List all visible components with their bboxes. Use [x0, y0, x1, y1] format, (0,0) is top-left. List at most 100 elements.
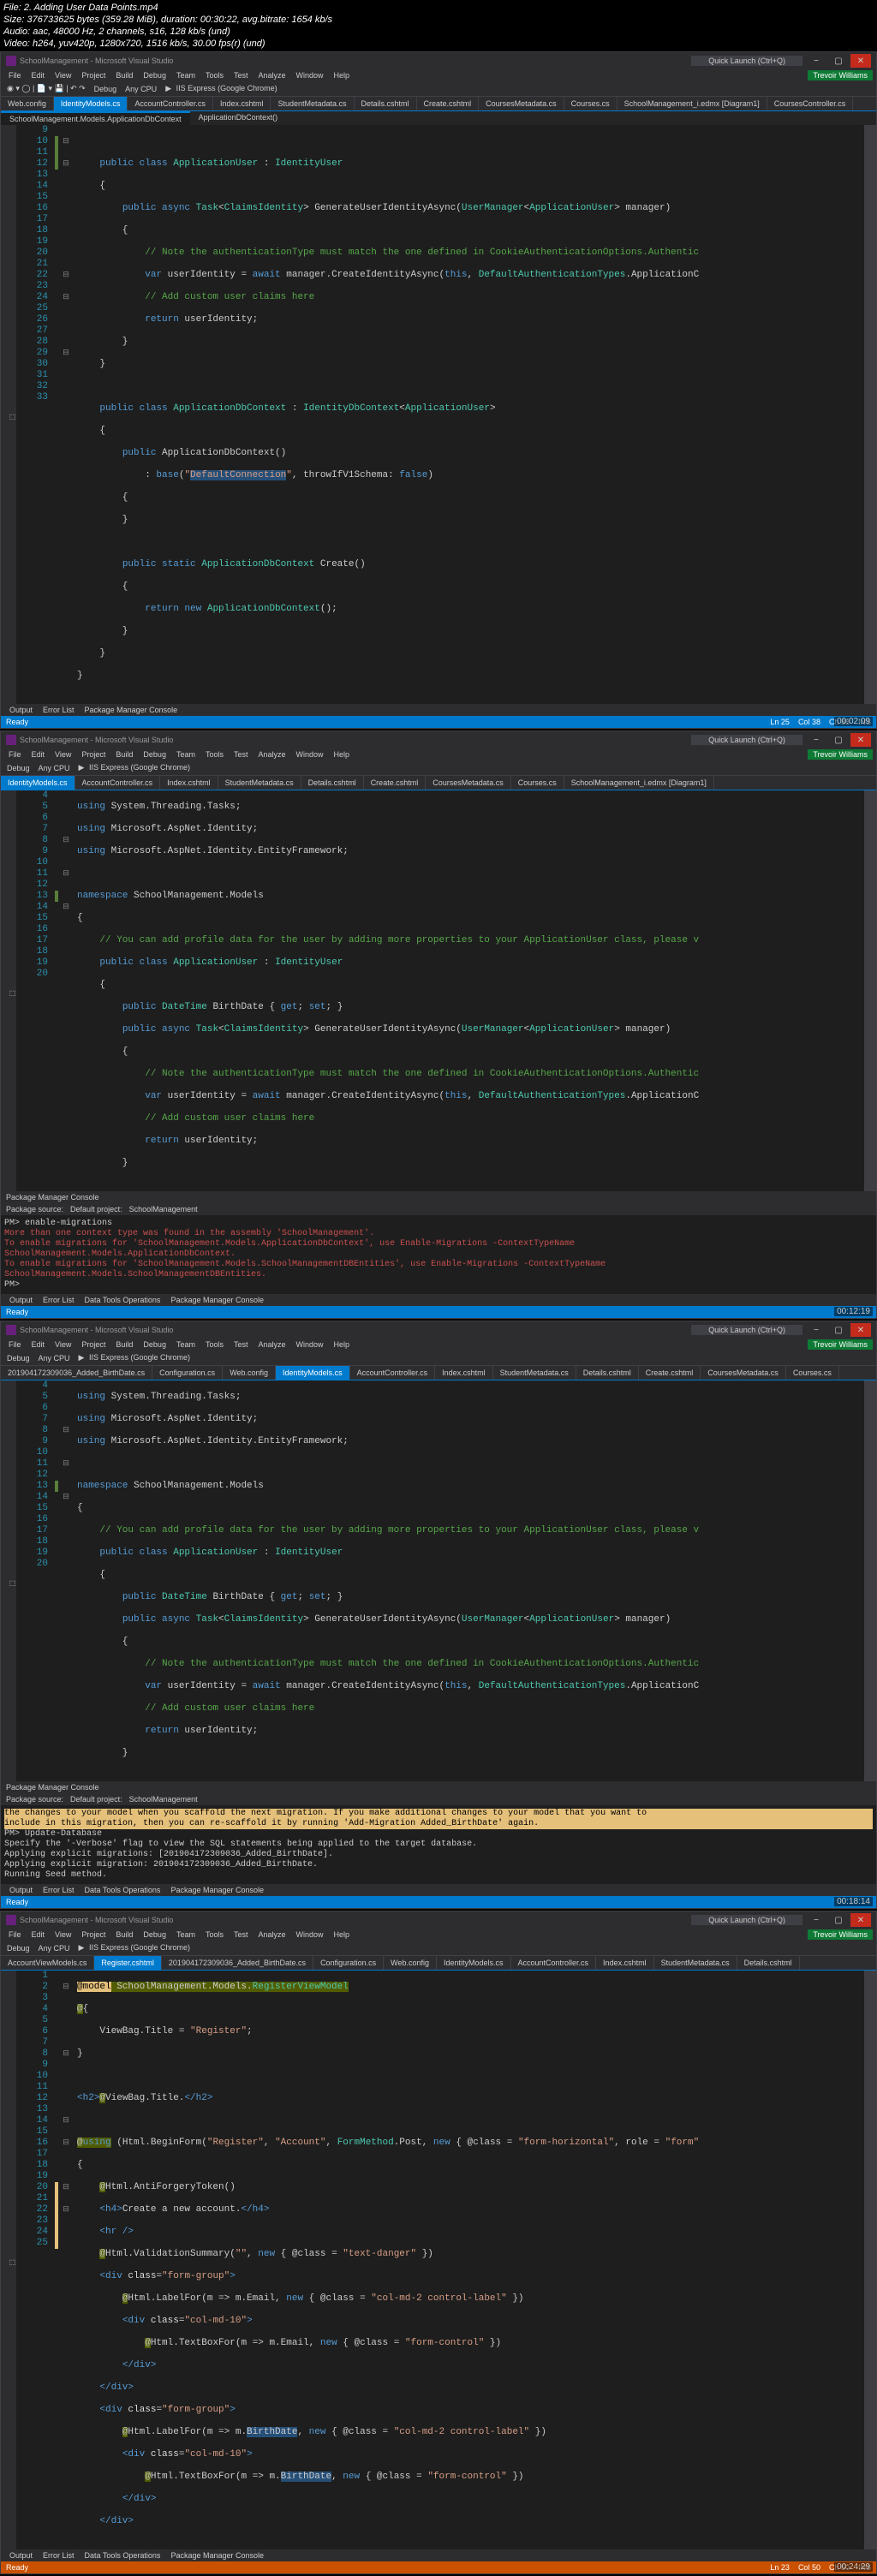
tab-details[interactable]: Details.cshtml	[737, 1956, 800, 1970]
tab-config[interactable]: Configuration.cs	[313, 1956, 384, 1970]
tab-webconfig[interactable]: Web.config	[1, 97, 54, 110]
maximize-button[interactable]: ▢	[828, 1913, 849, 1927]
menu-debug[interactable]: Debug	[139, 749, 170, 760]
run-button[interactable]: ▶ IIS Express (Google Chrome)	[76, 762, 195, 773]
tab-identitymodels[interactable]: IdentityModels.cs	[54, 97, 128, 110]
fold-column[interactable]: ⊟⊟⊟	[58, 1380, 74, 1781]
left-toolstrip[interactable]: ⬚	[1, 125, 16, 704]
code-panel[interactable]: 9101112131415161718192021222324252627282…	[16, 125, 864, 704]
menu-team[interactable]: Team	[172, 1339, 200, 1350]
code-panel[interactable]: 1234567891011121314151617181920212223242…	[16, 1971, 864, 2549]
menu-analyze[interactable]: Analyze	[254, 70, 290, 80]
tab-output[interactable]: Output	[4, 2549, 38, 2561]
user-badge[interactable]: Trevoir Williams	[808, 1339, 873, 1350]
tab-output[interactable]: Output	[4, 704, 38, 716]
menu-tools[interactable]: Tools	[201, 70, 228, 80]
tab-coursescontroller[interactable]: CoursesController.cs	[767, 97, 854, 110]
scrollbar[interactable]	[864, 790, 876, 1191]
user-badge[interactable]: Trevoir Williams	[808, 70, 873, 80]
menu-file[interactable]: File	[4, 749, 26, 760]
code-text[interactable]: public class ApplicationUser : IdentityU…	[74, 125, 864, 704]
user-badge[interactable]: Trevoir Williams	[808, 749, 873, 760]
menu-project[interactable]: Project	[77, 1339, 110, 1350]
tab-datatools[interactable]: Data Tools Operations	[80, 2549, 166, 2561]
tab-datatools[interactable]: Data Tools Operations	[80, 1884, 166, 1896]
menu-tools[interactable]: Tools	[201, 1339, 228, 1350]
code-text[interactable]: using System.Threading.Tasks; using Micr…	[74, 790, 864, 1191]
code-text[interactable]: @model SchoolManagement.Models.RegisterV…	[74, 1971, 864, 2549]
minimize-button[interactable]: −	[806, 733, 826, 747]
tab-courses[interactable]: Courses.cs	[564, 97, 617, 110]
scrollbar[interactable]	[864, 1380, 876, 1781]
quick-launch[interactable]: Quick Launch (Ctrl+Q)	[691, 1325, 802, 1335]
tab-coursesmeta[interactable]: CoursesMetadata.cs	[479, 97, 564, 110]
menu-edit[interactable]: Edit	[27, 1339, 50, 1350]
tab-studentmeta[interactable]: StudentMetadata.cs	[218, 776, 301, 790]
menu-analyze[interactable]: Analyze	[254, 1929, 290, 1940]
tab-datatools[interactable]: Data Tools Operations	[80, 1294, 166, 1306]
menu-edit[interactable]: Edit	[27, 1929, 50, 1940]
menu-project[interactable]: Project	[77, 1929, 110, 1940]
menu-project[interactable]: Project	[77, 70, 110, 80]
minimize-button[interactable]: −	[806, 1913, 826, 1927]
config-cpu[interactable]: Any CPU	[36, 1943, 73, 1953]
menu-view[interactable]: View	[51, 70, 75, 80]
menu-view[interactable]: View	[51, 749, 75, 760]
menu-project[interactable]: Project	[77, 749, 110, 760]
toolbar-nav[interactable]: ◉ ▾ ◯ | 📄 ▾ 💾 | ↶ ↷	[4, 83, 88, 94]
menu-view[interactable]: View	[51, 1339, 75, 1350]
menu-analyze[interactable]: Analyze	[254, 1339, 290, 1350]
tab-pmc[interactable]: Package Manager Console	[80, 704, 183, 716]
tab-config[interactable]: Configuration.cs	[152, 1366, 223, 1380]
minimize-button[interactable]: −	[806, 54, 826, 68]
maximize-button[interactable]: ▢	[828, 733, 849, 747]
close-button[interactable]: ✕	[850, 733, 871, 747]
config-debug[interactable]: Debug	[4, 763, 33, 773]
tab-coursesmeta[interactable]: CoursesMetadata.cs	[701, 1366, 786, 1380]
fold-column[interactable]: ⊟⊟⊟⊟⊟⊟	[58, 1971, 74, 2549]
maximize-button[interactable]: ▢	[828, 54, 849, 68]
menu-tools[interactable]: Tools	[201, 1929, 228, 1940]
menu-debug[interactable]: Debug	[139, 1929, 170, 1940]
tab-studentmeta[interactable]: StudentMetadata.cs	[271, 97, 354, 110]
menu-analyze[interactable]: Analyze	[254, 749, 290, 760]
menu-file[interactable]: File	[4, 1929, 26, 1940]
menu-window[interactable]: Window	[292, 70, 328, 80]
menu-help[interactable]: Help	[330, 70, 355, 80]
run-button[interactable]: ▶ IIS Express (Google Chrome)	[163, 83, 282, 94]
tab-migration[interactable]: 201904172309036_Added_BirthDate.cs	[162, 1956, 313, 1970]
menu-test[interactable]: Test	[230, 749, 253, 760]
tab-webconfig[interactable]: Web.config	[223, 1366, 276, 1380]
fold-column[interactable]: ⊟⊟⊟	[58, 790, 74, 1191]
menu-edit[interactable]: Edit	[27, 70, 50, 80]
quick-launch[interactable]: Quick Launch (Ctrl+Q)	[691, 735, 802, 745]
menu-help[interactable]: Help	[330, 1929, 355, 1940]
tab-account[interactable]: AccountController.cs	[511, 1956, 597, 1970]
tab-accountcontroller[interactable]: AccountController.cs	[128, 97, 213, 110]
config-cpu[interactable]: Any CPU	[36, 763, 73, 773]
menu-window[interactable]: Window	[292, 749, 328, 760]
tab-pmc[interactable]: Package Manager Console	[165, 1884, 269, 1896]
code-text[interactable]: using System.Threading.Tasks; using Micr…	[74, 1380, 864, 1781]
menu-debug[interactable]: Debug	[139, 1339, 170, 1350]
member-dropdown[interactable]: ApplicationDbContext()	[190, 111, 287, 125]
menu-view[interactable]: View	[51, 1929, 75, 1940]
class-dropdown[interactable]: SchoolManagement.Models.ApplicationDbCon…	[1, 111, 190, 125]
tab-studentmeta[interactable]: StudentMetadata.cs	[493, 1366, 576, 1380]
tab-create[interactable]: Create.cshtml	[639, 1366, 701, 1380]
menu-window[interactable]: Window	[292, 1929, 328, 1940]
config-debug[interactable]: Debug	[4, 1353, 33, 1363]
left-toolstrip[interactable]: ⬚	[1, 790, 16, 1191]
tab-accountvm[interactable]: AccountViewModels.cs	[1, 1956, 94, 1970]
tab-details[interactable]: Details.cshtml	[301, 776, 364, 790]
left-toolstrip[interactable]: ⬚	[1, 1380, 16, 1781]
tab-courses[interactable]: Courses.cs	[511, 776, 564, 790]
run-button[interactable]: ▶ IIS Express (Google Chrome)	[76, 1942, 195, 1953]
menu-test[interactable]: Test	[230, 70, 253, 80]
menu-file[interactable]: File	[4, 1339, 26, 1350]
pmc-proj-value[interactable]: SchoolManagement	[129, 1205, 198, 1213]
tab-identity[interactable]: IdentityModels.cs	[437, 1956, 511, 1970]
code-panel[interactable]: 4567891011121314151617181920 ⊟⊟⊟ using S…	[16, 1380, 864, 1781]
tab-pmc[interactable]: Package Manager Console	[165, 2549, 269, 2561]
tab-edmx[interactable]: SchoolManagement_i.edmx [Diagram1]	[564, 776, 714, 790]
